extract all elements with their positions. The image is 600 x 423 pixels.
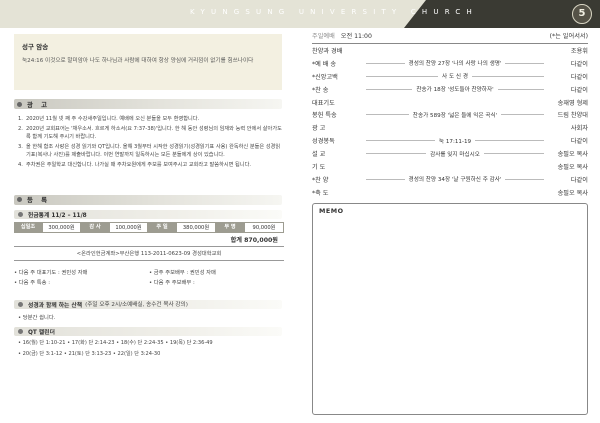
list-item: 4. 주차권은 주일학교 대신합니다. 나가실 때 주차요원에게 주보를 보여주시… bbox=[18, 161, 252, 168]
qt-heading-label: QT 캘린더 bbox=[28, 329, 55, 336]
worship-header: 주일예배 오전 11:00 (*는 일어서서) bbox=[312, 31, 588, 43]
worship-order: 찬양과 경배 조용휘 *예 배 송 경성의 찬양 27장 '나의 사랑 나의 생명'… bbox=[312, 43, 588, 199]
offering-value: 300,000원 bbox=[42, 221, 81, 233]
worship-label: 주일예배 bbox=[312, 33, 335, 40]
church-logo-icon: 5 bbox=[572, 4, 592, 24]
list-item: 1. 2020년 11월 넷 째 주 수강새주일입니다. 예배에 오신 분들을 모… bbox=[18, 116, 200, 122]
bullet-icon bbox=[17, 197, 22, 203]
bullet-icon bbox=[18, 211, 23, 217]
worship-row: 대표기도 송재영 형제 bbox=[312, 99, 588, 107]
list-item: • 다음 주 주보배부 : bbox=[149, 279, 195, 286]
offering-table: 십일조 300,000원 감 사 100,000원 주 일 380,000원 무… bbox=[14, 221, 284, 233]
study-heading-label: 성경과 함께 하는 산책 bbox=[28, 302, 83, 309]
register-heading-label: 등 록 bbox=[27, 196, 50, 205]
worship-time: 오전 11:00 bbox=[340, 33, 372, 40]
notice-list: 1. 2020년 11월 넷 째 주 수강새주일입니다. 예배에 오신 분들을 모… bbox=[14, 115, 282, 170]
qt-line-2: • 20(금) 단 3:1-12 • 21(토) 단 3:13-23 • 22(… bbox=[18, 350, 161, 357]
header-bar: KYUNGSUNG UNIVERSITY CHURCH 5 bbox=[0, 0, 600, 28]
verse-title: 성구 암송 bbox=[22, 43, 49, 51]
worship-row: 성경봉독 눅 17:11-19 다같이 bbox=[312, 138, 588, 146]
study-heading-extra: (주일 오후 2시/소예배실, 송수건 목사 강의) bbox=[85, 302, 188, 309]
left-column: 성구 암송 눅24:16 이것으로 말미암아 나도 하나님과 사람에 대하여 항… bbox=[14, 34, 284, 360]
qt-heading: QT 캘린더 bbox=[14, 326, 282, 336]
offering-heading-label: 헌금통계 11/2 – 11/8 bbox=[28, 212, 87, 219]
worship-row: 기 도 송필오 목사 bbox=[312, 163, 588, 171]
register-heading: 등 록 bbox=[14, 194, 282, 205]
offering-total: 합계 870,000원 bbox=[14, 235, 284, 247]
qt-line-1: • 16(월) 단 1:10-21 • 17(화) 단 2:14-23 • 18… bbox=[18, 339, 213, 346]
notices-heading-label: 광 고 bbox=[27, 100, 50, 109]
worship-note: (*는 일어서서) bbox=[549, 33, 588, 40]
verse-text: 눅24:16 이것으로 말미암아 나도 하나님과 사람에 대하여 항상 양심에 … bbox=[22, 58, 254, 64]
church-title: KYUNGSUNG UNIVERSITY CHURCH bbox=[190, 8, 478, 16]
offering-key: 십일조 bbox=[14, 221, 42, 233]
list-item: 3. 올 한해 함조 사랑은 성경 읽기와 QT입니다. 올해 3월부터 시작한 … bbox=[18, 143, 281, 159]
worship-row: *축 도 송필오 목사 bbox=[312, 189, 588, 197]
study-heading: 성경과 함께 하는 산책 (주일 오후 2시/소예배실, 송수건 목사 강의) bbox=[14, 299, 282, 309]
list-item: • 다음 주 특송 : bbox=[14, 279, 51, 286]
notices-heading: 광 고 bbox=[14, 99, 282, 109]
worship-row: *신앙고백 사 도 신 경 다같이 bbox=[312, 73, 588, 81]
worship-row: *찬 양 경성의 찬양 34장 '날 구원하신 주 감사' 다같이 bbox=[312, 176, 588, 184]
list-item: 2. 2020년 교회표어는 '채우소서. 흐르게 하소서(요 7:37-38)'… bbox=[18, 125, 282, 141]
memo-box[interactable]: MEMO bbox=[312, 203, 588, 415]
worship-row: 광 고 사회자 bbox=[312, 125, 588, 133]
verse-box: 성구 암송 눅24:16 이것으로 말미암아 나도 하나님과 사람에 대하여 항… bbox=[14, 34, 282, 90]
offering-key: 주 일 bbox=[148, 221, 176, 233]
offering-value: 90,000원 bbox=[244, 221, 284, 233]
offering-value: 100,000원 bbox=[109, 221, 148, 233]
worship-row: 찬양과 경배 조용휘 bbox=[312, 47, 588, 55]
offering-value: 380,000원 bbox=[176, 221, 216, 233]
online-account: <온라인헌금계좌>부산은행 113-2011-0623-09 경성대학교회 bbox=[14, 249, 284, 261]
bullet-icon bbox=[18, 328, 23, 334]
right-column: 주일예배 오전 11:00 (*는 일어서서) 찬양과 경배 조용휘 *예 배 송… bbox=[312, 28, 588, 199]
worship-row: *찬 송 찬송가 18장 '성도들아 찬양하자' 다같이 bbox=[312, 86, 588, 94]
worship-row: 설 교 감사를 잊지 마십시오 송필오 목사 bbox=[312, 151, 588, 159]
offering-key: 무 명 bbox=[216, 221, 244, 233]
bullet-icon bbox=[18, 301, 23, 307]
study-note: • 당분간 쉽니다. bbox=[18, 314, 56, 321]
offering-heading: 헌금통계 11/2 – 11/8 bbox=[14, 209, 282, 219]
worship-row: *예 배 송 경성의 찬양 27장 '나의 사랑 나의 생명' 다같이 bbox=[312, 60, 588, 68]
worship-row: 봉헌 특송 찬송가 589장 '넓은 들에 익은 곡식' 드림 찬양대 bbox=[312, 112, 588, 120]
duties-list: • 다음 주 대표기도 : 권민성 자매 • 금주 주보배부 : 권민성 자매 … bbox=[14, 268, 284, 288]
list-item: • 금주 주보배부 : 권민성 자매 bbox=[149, 269, 216, 276]
list-item: • 다음 주 대표기도 : 권민성 자매 bbox=[14, 269, 88, 276]
offering-key: 감 사 bbox=[81, 221, 109, 233]
bullet-icon bbox=[17, 101, 22, 107]
memo-label: MEMO bbox=[319, 207, 344, 215]
